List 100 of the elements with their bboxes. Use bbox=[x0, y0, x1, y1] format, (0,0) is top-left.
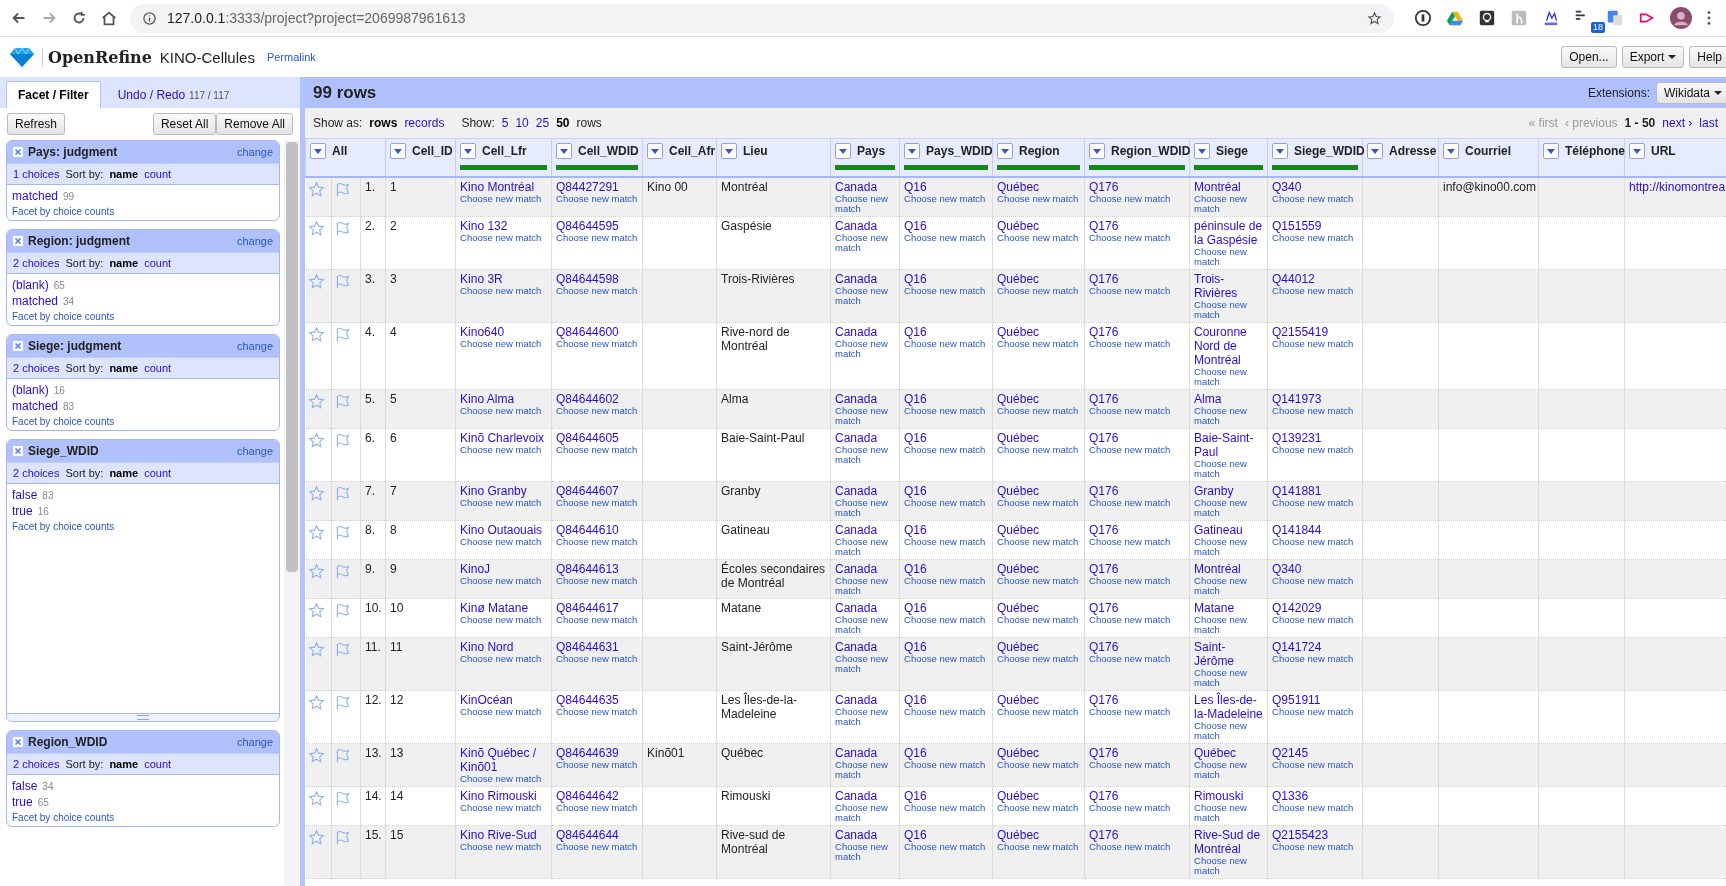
choose-match-link[interactable]: Choose new match bbox=[904, 615, 990, 625]
menu-icon[interactable] bbox=[1706, 9, 1712, 27]
choose-match-link[interactable]: Choose new match bbox=[1272, 339, 1360, 349]
match-link[interactable]: Québec bbox=[997, 562, 1082, 576]
match-link[interactable]: Québec bbox=[997, 219, 1082, 233]
choose-match-link[interactable]: Choose new match bbox=[1272, 615, 1360, 625]
match-link[interactable]: Saint-Jérôme bbox=[1194, 640, 1265, 668]
column-menu-icon[interactable] bbox=[1367, 143, 1384, 159]
choose-match-link[interactable]: Choose new match bbox=[460, 445, 549, 455]
facet-by-counts-link[interactable]: Facet by choice counts bbox=[12, 519, 274, 533]
extension-icon[interactable] bbox=[1414, 9, 1432, 27]
choices-count-link[interactable]: 2 choices bbox=[13, 257, 60, 269]
choose-match-link[interactable]: Choose new match bbox=[460, 576, 549, 586]
star-icon[interactable] bbox=[307, 524, 325, 541]
facet-choice[interactable]: (blank) bbox=[12, 278, 49, 292]
match-link[interactable]: Q141881 bbox=[1272, 484, 1360, 498]
star-icon[interactable] bbox=[307, 602, 325, 619]
match-link[interactable]: Montréal bbox=[1194, 562, 1265, 576]
choose-match-link[interactable]: Choose new match bbox=[1089, 576, 1187, 586]
match-link[interactable]: Q16 bbox=[904, 746, 990, 760]
choose-match-link[interactable]: Choose new match bbox=[460, 233, 549, 243]
match-link[interactable]: Q16 bbox=[904, 431, 990, 445]
match-link[interactable]: Kino Rimouski bbox=[460, 789, 549, 803]
choose-match-link[interactable]: Choose new match bbox=[904, 576, 990, 586]
reset-all-button[interactable]: Reset All bbox=[152, 113, 217, 135]
choose-match-link[interactable]: Choose new match bbox=[460, 339, 549, 349]
choose-match-link[interactable]: Choose new match bbox=[835, 615, 897, 635]
match-link[interactable]: Q84644635 bbox=[556, 693, 640, 707]
sort-option[interactable]: name bbox=[109, 467, 139, 479]
match-link[interactable]: Kino Montréal bbox=[460, 180, 549, 194]
choose-match-link[interactable]: Choose new match bbox=[997, 760, 1082, 770]
match-link[interactable]: Q176 bbox=[1089, 789, 1187, 803]
change-link[interactable]: change bbox=[236, 235, 273, 247]
page-size-option[interactable]: 10 bbox=[515, 116, 529, 130]
match-link[interactable]: Les Îles-de-la-Madeleine bbox=[1194, 693, 1265, 721]
choose-match-link[interactable]: Choose new match bbox=[1272, 576, 1360, 586]
choose-match-link[interactable]: Choose new match bbox=[904, 286, 990, 296]
match-link[interactable]: Québec bbox=[997, 601, 1082, 615]
flag-icon[interactable] bbox=[334, 326, 351, 343]
match-link[interactable]: Q176 bbox=[1089, 392, 1187, 406]
choose-match-link[interactable]: Choose new match bbox=[1272, 233, 1360, 243]
choose-match-link[interactable]: Choose new match bbox=[1272, 406, 1360, 416]
match-link[interactable]: Q16 bbox=[904, 640, 990, 654]
choose-match-link[interactable]: Choose new match bbox=[835, 537, 897, 557]
match-link[interactable]: Q2145 bbox=[1272, 746, 1360, 760]
choose-match-link[interactable]: Choose new match bbox=[997, 707, 1082, 717]
choose-match-link[interactable]: Choose new match bbox=[1089, 842, 1187, 852]
match-link[interactable]: Q176 bbox=[1089, 601, 1187, 615]
match-link[interactable]: Québec bbox=[997, 640, 1082, 654]
choose-match-link[interactable]: Choose new match bbox=[835, 498, 897, 518]
flag-icon[interactable] bbox=[334, 602, 351, 619]
facet-choice[interactable]: true bbox=[12, 504, 33, 518]
choose-match-link[interactable]: Choose new match bbox=[904, 654, 990, 664]
page-size-option[interactable]: 25 bbox=[535, 116, 550, 130]
choose-match-link[interactable]: Choose new match bbox=[904, 498, 990, 508]
choose-match-link[interactable]: Choose new match bbox=[1272, 498, 1360, 508]
wikidata-button[interactable]: Wikidata bbox=[1656, 81, 1726, 104]
choose-match-link[interactable]: Choose new match bbox=[835, 707, 897, 727]
choose-match-link[interactable]: Choose new match bbox=[1272, 760, 1360, 770]
flag-icon[interactable] bbox=[334, 181, 351, 198]
choose-match-link[interactable]: Choose new match bbox=[556, 537, 640, 547]
match-link[interactable]: Québec bbox=[1194, 746, 1265, 760]
resize-handle[interactable] bbox=[7, 713, 279, 721]
sort-option[interactable]: count bbox=[144, 362, 172, 374]
match-link[interactable]: Q84427291 bbox=[556, 180, 640, 194]
match-link[interactable]: Q139231 bbox=[1272, 431, 1360, 445]
match-link[interactable]: Q16 bbox=[904, 693, 990, 707]
match-link[interactable]: Q176 bbox=[1089, 640, 1187, 654]
facet-choice[interactable]: (blank) bbox=[12, 383, 49, 397]
column-menu-icon[interactable] bbox=[1194, 143, 1211, 159]
flag-icon[interactable] bbox=[334, 829, 351, 846]
match-link[interactable]: Q176 bbox=[1089, 180, 1187, 194]
match-link[interactable]: Canada bbox=[835, 219, 897, 233]
page-size-option[interactable]: 50 bbox=[556, 116, 570, 130]
match-link[interactable]: Canada bbox=[835, 789, 897, 803]
scrollbar-thumb[interactable] bbox=[286, 142, 298, 572]
facet-choice[interactable]: matched bbox=[12, 294, 59, 308]
facet-choice[interactable]: false bbox=[12, 488, 38, 502]
choose-match-link[interactable]: Choose new match bbox=[1089, 803, 1187, 813]
facet-choice[interactable]: matched bbox=[12, 399, 59, 413]
choose-match-link[interactable]: Choose new match bbox=[460, 498, 549, 508]
bookmark-star-icon[interactable] bbox=[1367, 10, 1382, 26]
avatar-icon[interactable] bbox=[1670, 7, 1692, 29]
sort-option[interactable]: count bbox=[144, 758, 172, 770]
sort-option[interactable]: name bbox=[109, 257, 139, 269]
column-menu-icon[interactable] bbox=[721, 143, 738, 159]
choose-match-link[interactable]: Choose new match bbox=[835, 760, 897, 780]
match-link[interactable]: KinoJ bbox=[460, 562, 549, 576]
star-icon[interactable] bbox=[307, 326, 325, 343]
choose-match-link[interactable]: Choose new match bbox=[1194, 194, 1265, 214]
flag-icon[interactable] bbox=[334, 432, 351, 449]
choose-match-link[interactable]: Choose new match bbox=[556, 339, 640, 349]
sort-option[interactable]: name bbox=[109, 758, 139, 770]
match-link[interactable]: Québec bbox=[997, 484, 1082, 498]
choose-match-link[interactable]: Choose new match bbox=[997, 576, 1082, 586]
flag-icon[interactable] bbox=[334, 393, 351, 410]
choose-match-link[interactable]: Choose new match bbox=[997, 233, 1082, 243]
column-menu-icon[interactable] bbox=[1443, 143, 1460, 159]
choose-match-link[interactable]: Choose new match bbox=[904, 760, 990, 770]
choose-match-link[interactable]: Choose new match bbox=[1194, 406, 1265, 426]
